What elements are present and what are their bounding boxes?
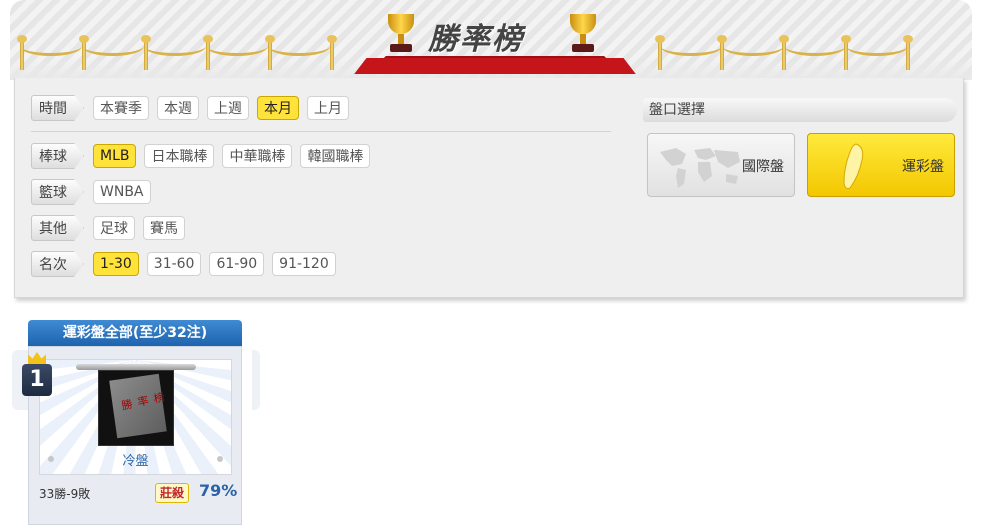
rank-option[interactable]: 31-60: [146, 252, 202, 276]
divider: [31, 131, 611, 132]
ranking-entry[interactable]: 勝 率 榜 冷盤 33勝-9敗 莊殺 79%: [28, 346, 242, 525]
basketball-label: 籃球: [31, 179, 84, 205]
baseball-option[interactable]: 中華職棒: [222, 144, 293, 168]
time-filter-row: 時間 本賽季 本週 上週 本月 上月: [31, 95, 357, 121]
time-label: 時間: [31, 95, 84, 121]
baseball-option[interactable]: 日本職棒: [144, 144, 215, 168]
baseball-option-selected[interactable]: MLB: [93, 144, 137, 168]
other-filter-row: 其他 足球 賽馬: [31, 215, 193, 241]
rank-option[interactable]: 91-120: [272, 252, 336, 276]
ranking-card: 運彩盤全部(至少32注) 1 勝 率 榜 冷盤 33勝-9敗 莊殺 79%: [12, 320, 260, 525]
header-banner: 勝率榜: [10, 0, 972, 80]
other-label: 其他: [31, 215, 84, 241]
time-option[interactable]: 本週: [157, 96, 199, 120]
basketball-option[interactable]: WNBA: [93, 180, 151, 204]
filter-panel: 時間 本賽季 本週 上週 本月 上月 棒球 MLB 日本職棒 中華職棒 韓國職棒…: [14, 78, 964, 298]
trophy-icon: [384, 14, 418, 52]
time-option-selected[interactable]: 本月: [257, 96, 299, 120]
baseball-option[interactable]: 韓國職棒: [300, 144, 371, 168]
international-market-label: 國際盤: [742, 159, 784, 175]
win-loss-record: 33勝-9敗: [39, 487, 91, 501]
international-market-button[interactable]: 國際盤: [647, 133, 795, 197]
baseball-label: 棒球: [31, 143, 84, 169]
other-option[interactable]: 賽馬: [143, 216, 185, 240]
status-badge: 莊殺: [155, 483, 190, 503]
avatar[interactable]: 勝 率 榜: [98, 370, 174, 446]
lottery-market-label: 運彩盤: [902, 159, 944, 175]
time-option[interactable]: 上月: [307, 96, 349, 120]
other-option[interactable]: 足球: [93, 216, 135, 240]
market-select-header: 盤口選擇: [643, 98, 957, 122]
time-option[interactable]: 上週: [207, 96, 249, 120]
rank-option-selected[interactable]: 1-30: [93, 252, 139, 276]
user-name[interactable]: 冷盤: [40, 450, 231, 469]
win-rate: 79%: [199, 481, 238, 500]
lottery-market-button[interactable]: 運彩盤: [807, 133, 955, 197]
basketball-filter-row: 籃球 WNBA: [31, 179, 159, 205]
rank-filter-row: 名次 1-30 31-60 61-90 91-120: [31, 251, 344, 277]
taiwan-map-icon: [843, 143, 864, 189]
rank-label: 名次: [31, 251, 84, 277]
rank-option[interactable]: 61-90: [209, 252, 265, 276]
rank-number: 1: [22, 364, 52, 396]
avatar-frame: 勝 率 榜 冷盤: [39, 359, 232, 475]
world-map-icon: [660, 148, 740, 188]
baseball-filter-row: 棒球 MLB 日本職棒 中華職棒 韓國職棒: [31, 143, 378, 169]
trophy-icon: [566, 14, 600, 52]
page-title: 勝率榜: [428, 22, 524, 57]
ranking-card-title: 運彩盤全部(至少32注): [28, 320, 242, 346]
time-option[interactable]: 本賽季: [93, 96, 149, 120]
